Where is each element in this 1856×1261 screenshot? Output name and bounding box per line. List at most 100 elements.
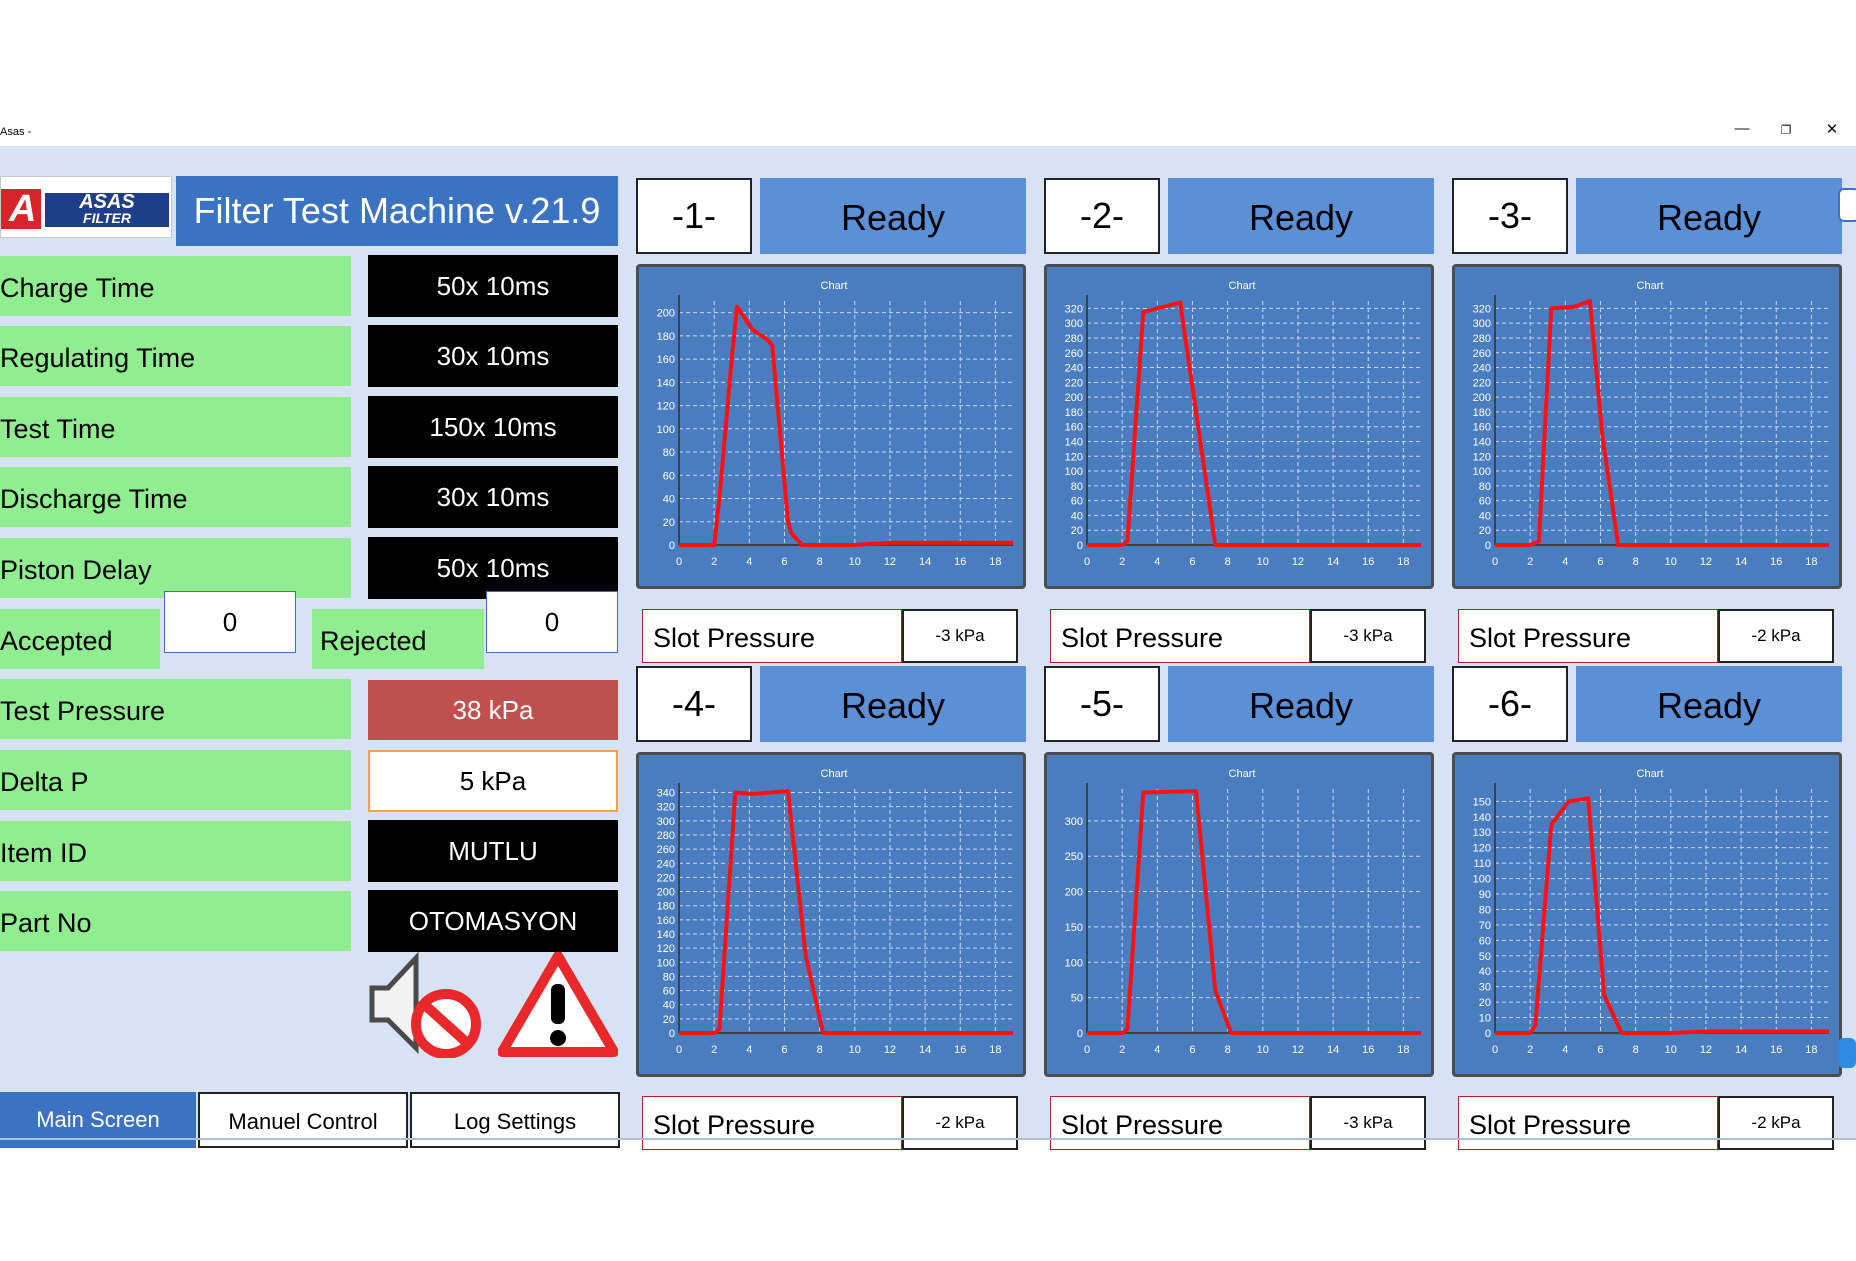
piston-delay-value[interactable]: 50x 10ms [368,537,618,599]
y-tick-label: 80 [663,447,675,459]
y-tick-label: 320 [657,802,675,814]
slot-5-pressure-label: Slot Pressure [1050,1096,1310,1150]
y-tick-label: 200 [1065,392,1083,404]
delta-p-value[interactable]: 5 kPa [368,750,618,812]
slot-2-chart: Chart 0 20 40 60 80 100 120 140 160 180 200 220 240 26… [1044,264,1434,589]
chart-title: Chart [1637,280,1664,292]
y-tick-label: 50 [1479,951,1491,963]
x-tick-label: 2 [711,1044,717,1056]
info-icon[interactable] [1838,188,1856,222]
speaker-muted-icon[interactable] [366,952,484,1058]
slot-6-pressure-label: Slot Pressure [1458,1096,1718,1150]
x-tick-label: 6 [781,1044,787,1056]
accepted-count: 0 [164,591,296,653]
y-tick-label: 100 [657,957,675,969]
x-tick-label: 16 [1770,556,1782,568]
y-tick-label: 130 [1473,827,1491,839]
y-tick-label: 200 [1473,392,1491,404]
slot-5-number: -5- [1044,666,1160,742]
x-tick-label: 0 [1492,556,1498,568]
y-tick-label: 240 [657,858,675,870]
x-tick-label: 18 [989,1044,1001,1056]
part-no-label: Part No [0,891,351,951]
y-tick-label: 150 [1473,796,1491,808]
x-tick-label: 18 [1805,556,1817,568]
x-tick-label: 16 [954,1044,966,1056]
y-tick-label: 60 [1071,496,1083,508]
x-tick-label: 2 [1119,556,1125,568]
chart-title: Chart [1229,280,1256,292]
y-tick-label: 60 [1479,496,1491,508]
y-tick-label: 120 [657,943,675,955]
restore-button[interactable]: ❐ [1770,123,1802,137]
x-tick-label: 10 [849,556,861,568]
y-tick-label: 90 [1479,889,1491,901]
part-no-value[interactable]: OTOMASYON [368,890,618,952]
y-tick-label: 40 [1479,966,1491,978]
item-id-value[interactable]: MUTLU [368,820,618,882]
x-tick-label: 10 [1665,556,1677,568]
regulating-time-value[interactable]: 30x 10ms [368,325,618,387]
x-tick-label: 8 [1225,556,1231,568]
x-tick-label: 0 [1084,556,1090,568]
y-tick-label: 120 [657,401,675,413]
x-tick-label: 10 [849,1044,861,1056]
slot-3-pressure-value: -2 kPa [1718,609,1834,663]
y-tick-label: 280 [1065,333,1083,345]
x-tick-label: 14 [1735,1044,1747,1056]
slot-4-status: Ready [760,666,1026,742]
slot-4-number: -4- [636,666,752,742]
slot-5-chart: Chart 0 50 100 150 200 250 300 0 2 4 6 8 10 12 14 16 18 [1044,752,1434,1077]
y-tick-label: 0 [669,1028,675,1040]
x-tick-label: 4 [1154,1044,1160,1056]
y-tick-label: 20 [663,1014,675,1026]
close-button[interactable]: ✕ [1816,120,1848,138]
y-tick-label: 0 [1485,540,1491,552]
x-tick-label: 14 [1735,556,1747,568]
x-tick-label: 14 [1327,1044,1339,1056]
x-tick-label: 8 [1633,556,1639,568]
test-time-value[interactable]: 150x 10ms [368,396,618,458]
x-tick-label: 6 [1189,1044,1195,1056]
x-tick-label: 12 [1700,556,1712,568]
x-tick-label: 12 [884,556,896,568]
x-tick-label: 4 [746,1044,752,1056]
logo-subtext: FILTER [83,210,131,226]
x-tick-label: 18 [1805,1044,1817,1056]
x-tick-label: 14 [919,1044,931,1056]
discharge-time-label: Discharge Time [0,467,351,527]
y-tick-label: 220 [1473,377,1491,389]
y-tick-label: 50 [1071,993,1083,1005]
item-id-label: Item ID [0,821,351,881]
x-tick-label: 6 [1597,556,1603,568]
company-logo: A ASAS FILTER [0,176,172,238]
x-tick-label: 4 [1562,556,1568,568]
y-tick-label: 180 [1473,407,1491,419]
x-tick-label: 10 [1257,556,1269,568]
slot-3-number: -3- [1452,178,1568,254]
x-tick-label: 0 [1492,1044,1498,1056]
logo-mark-icon: A [1,189,41,229]
charge-time-value[interactable]: 50x 10ms [368,255,618,317]
y-tick-label: 140 [1065,436,1083,448]
y-tick-label: 300 [1065,318,1083,330]
y-tick-label: 180 [657,331,675,343]
slot-3-chart: Chart 0 20 40 60 80 100 120 140 160 180 200 220 240 26… [1452,264,1842,589]
remote-support-icon[interactable] [1838,1038,1856,1068]
warning-icon[interactable] [498,952,618,1058]
y-tick-label: 140 [1473,812,1491,824]
test-pressure-value: 38 kPa [368,680,618,740]
x-tick-label: 16 [1362,1044,1374,1056]
x-tick-label: 10 [1257,1044,1269,1056]
page-title: Filter Test Machine v.21.9 [176,176,618,246]
discharge-time-value[interactable]: 30x 10ms [368,466,618,528]
minimize-button[interactable]: — [1726,120,1758,137]
main-panel: A ASAS FILTER Filter Test Machine v.21.9… [0,146,1856,1150]
rejected-count: 0 [486,591,618,653]
slot-2-number: -2- [1044,178,1160,254]
y-tick-label: 40 [1071,510,1083,522]
x-tick-label: 0 [676,1044,682,1056]
y-tick-label: 220 [1065,377,1083,389]
y-tick-label: 80 [1071,481,1083,493]
y-tick-label: 70 [1479,920,1491,932]
